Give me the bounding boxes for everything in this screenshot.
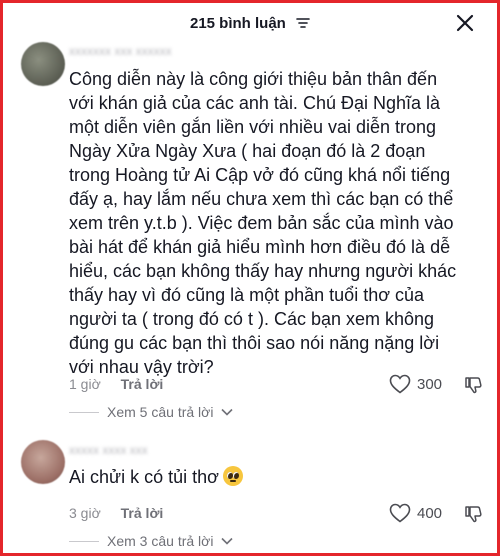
like-button[interactable]: 300 <box>389 374 442 394</box>
dislike-icon[interactable] <box>462 503 484 525</box>
like-count: 400 <box>417 504 443 522</box>
view-replies-button[interactable]: Xem 5 câu trả lời <box>69 404 234 420</box>
view-replies-label: Xem 3 câu trả lời <box>107 533 214 549</box>
comment-text-content: Ai chửi k có tủi thơ <box>69 467 219 487</box>
heart-icon <box>389 503 411 523</box>
like-count: 300 <box>417 375 443 393</box>
comment-meta: 3 giờ Trả lời <box>69 505 163 521</box>
pleading-face-emoji <box>222 466 243 486</box>
like-button[interactable]: 400 <box>389 503 442 523</box>
comment-text: Ai chửi k có tủi thơ <box>69 465 464 489</box>
close-icon[interactable] <box>455 13 475 33</box>
comments-count-title: 215 bình luận <box>3 15 497 33</box>
chevron-down-icon <box>221 408 234 416</box>
comment-username[interactable]: xxxxxxx xxx xxxxxx <box>69 44 172 58</box>
avatar[interactable] <box>21 440 65 484</box>
heart-icon <box>389 374 411 394</box>
divider <box>69 540 99 542</box>
reply-button[interactable]: Trả lời <box>121 376 164 392</box>
view-replies-label: Xem 5 câu trả lời <box>107 404 214 420</box>
dislike-icon[interactable] <box>462 374 484 396</box>
divider <box>69 411 99 413</box>
chevron-down-icon <box>221 537 234 545</box>
comment-meta: 1 giờ Trả lời <box>69 376 163 392</box>
reply-button[interactable]: Trả lời <box>121 505 164 521</box>
avatar[interactable] <box>21 42 65 86</box>
comments-count-label: 215 bình luận <box>189 15 286 32</box>
comment-time: 1 giờ <box>69 376 101 392</box>
comment-text: Công diễn này là công giới thiệu bản thâ… <box>69 69 457 377</box>
comment-panel: 215 bình luận xxxxxxx xxx xxxxxx Công di… <box>0 0 500 556</box>
filter-icon[interactable] <box>296 16 310 33</box>
comment-time: 3 giờ <box>69 505 101 521</box>
comment-username[interactable]: xxxxx xxxx xxx <box>69 443 148 457</box>
comments-header: 215 bình luận <box>3 3 497 43</box>
view-replies-button[interactable]: Xem 3 câu trả lời <box>69 533 234 549</box>
